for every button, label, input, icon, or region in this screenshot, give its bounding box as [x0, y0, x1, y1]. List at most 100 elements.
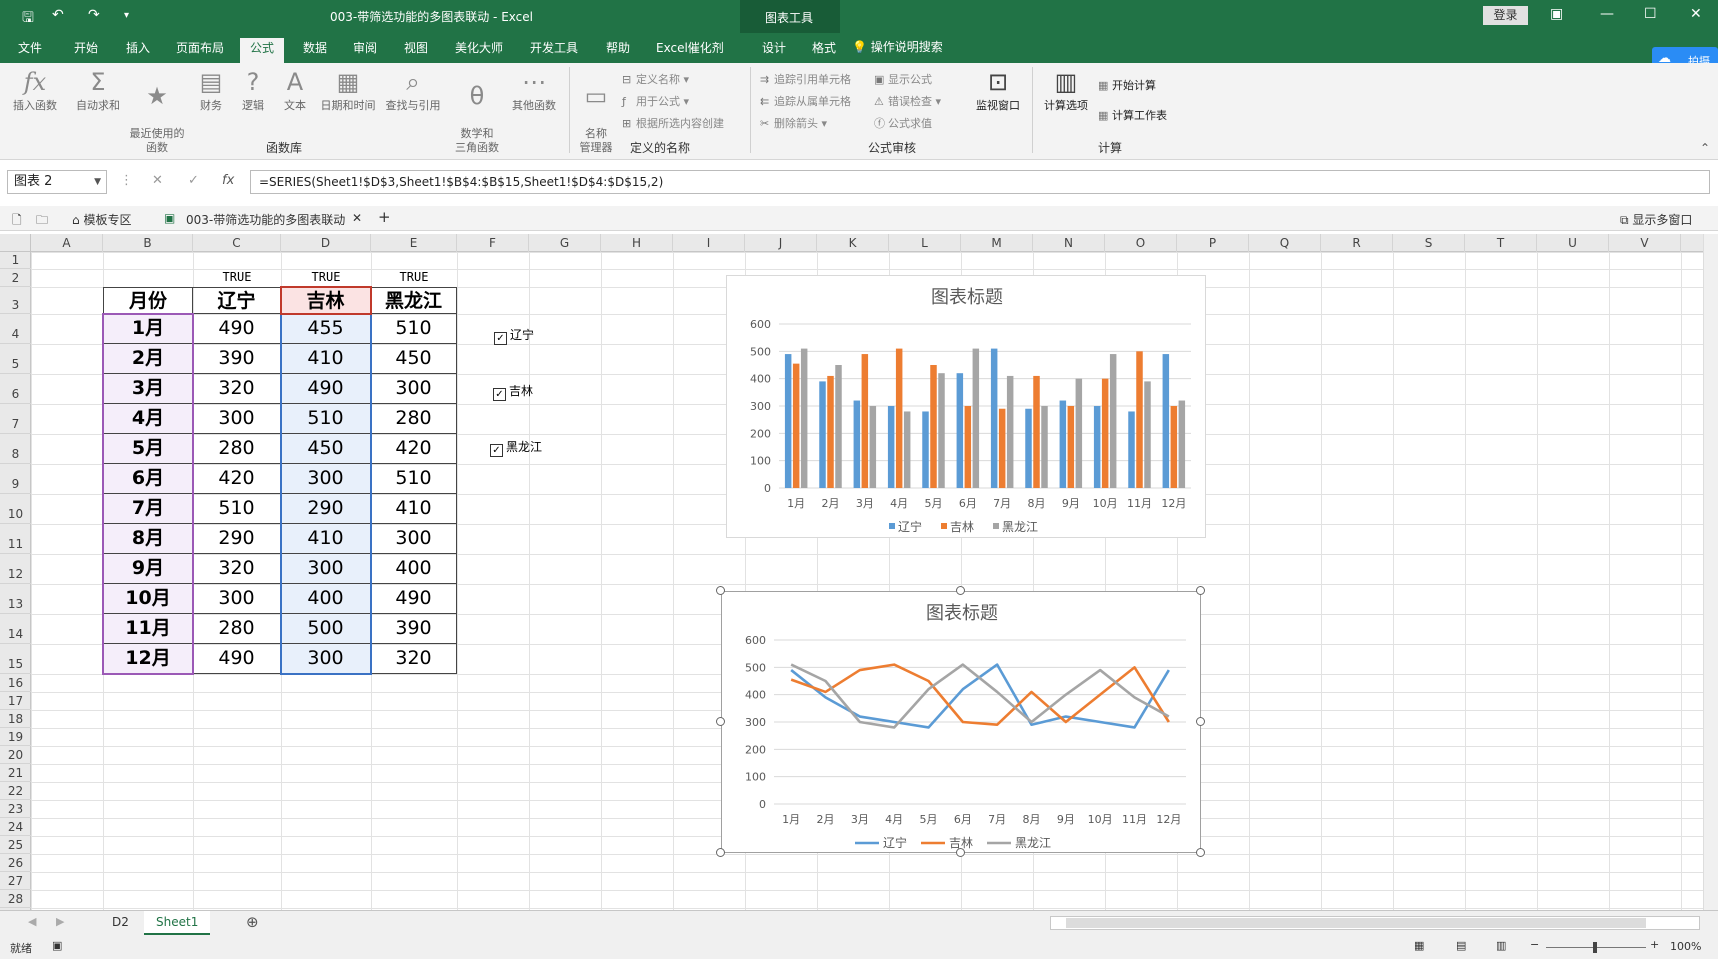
- month-cell[interactable]: 11月: [103, 614, 193, 644]
- column-header[interactable]: S: [1393, 234, 1465, 252]
- month-cell[interactable]: 1月: [103, 314, 193, 344]
- row-header[interactable]: 18: [0, 710, 31, 728]
- tell-me-search[interactable]: 💡 操作说明搜索: [852, 38, 943, 55]
- value-cell[interactable]: 320: [193, 374, 281, 404]
- tab-data[interactable]: 数据: [293, 38, 337, 63]
- value-cell[interactable]: 410: [371, 494, 457, 524]
- column-header[interactable]: D: [281, 234, 371, 252]
- column-header[interactable]: G: [529, 234, 601, 252]
- checkbox-box[interactable]: ✓: [493, 388, 506, 401]
- month-cell[interactable]: 8月: [103, 524, 193, 554]
- undo-icon[interactable]: ↶: [52, 7, 64, 23]
- value-cell[interactable]: 280: [371, 404, 457, 434]
- column-header[interactable]: M: [961, 234, 1033, 252]
- row-header[interactable]: 3: [0, 287, 31, 314]
- column-header[interactable]: N: [1033, 234, 1105, 252]
- normal-view-icon[interactable]: ▦: [1414, 939, 1424, 952]
- insert-function-button[interactable]: fx 插入函数: [8, 67, 62, 113]
- value-cell[interactable]: 450: [371, 344, 457, 374]
- horizontal-scrollbar[interactable]: [1050, 916, 1700, 930]
- row-header[interactable]: 27: [0, 872, 31, 890]
- row-header[interactable]: 17: [0, 692, 31, 710]
- row-header[interactable]: 10: [0, 494, 31, 524]
- tab-format[interactable]: 格式: [802, 38, 846, 63]
- enter-icon[interactable]: ✓: [188, 173, 199, 188]
- value-cell[interactable]: 510: [371, 314, 457, 344]
- row-header[interactable]: 1: [0, 252, 31, 269]
- more-functions-button[interactable]: ⋯ 其他函数: [508, 67, 560, 113]
- value-cell[interactable]: 400: [281, 584, 371, 614]
- chevron-down-icon[interactable]: ▼: [94, 171, 101, 193]
- scrollbar-thumb[interactable]: [1066, 918, 1646, 928]
- row-header[interactable]: 13: [0, 584, 31, 614]
- value-cell[interactable]: 450: [281, 434, 371, 464]
- autosum-button[interactable]: Σ 自动求和: [70, 67, 126, 113]
- lookup-button[interactable]: ⌕ 查找与引用: [380, 67, 446, 113]
- define-name-button[interactable]: ⊟ 定义名称 ▾: [622, 71, 689, 87]
- resize-handle[interactable]: [1196, 848, 1205, 857]
- table-header[interactable]: 辽宁: [193, 287, 281, 314]
- row-header[interactable]: 22: [0, 782, 31, 800]
- value-cell[interactable]: 490: [371, 584, 457, 614]
- scroll-left-icon[interactable]: ◀: [28, 915, 36, 928]
- row-header[interactable]: 4: [0, 314, 31, 344]
- column-header[interactable]: Q: [1249, 234, 1321, 252]
- resize-handle[interactable]: [716, 717, 725, 726]
- folder-icon[interactable]: 🗀: [36, 211, 48, 232]
- maximize-icon[interactable]: ☐: [1644, 6, 1657, 22]
- zoom-in-icon[interactable]: +: [1650, 938, 1659, 951]
- table-header[interactable]: 黑龙江: [371, 287, 457, 314]
- workbook-tab-file[interactable]: 003-带筛选功能的多图表联动: [186, 211, 345, 228]
- resize-handle[interactable]: [716, 848, 725, 857]
- show-formulas-button[interactable]: ▣ 显示公式: [874, 71, 932, 87]
- value-cell[interactable]: 320: [371, 644, 457, 674]
- value-cell[interactable]: 300: [193, 584, 281, 614]
- month-cell[interactable]: 10月: [103, 584, 193, 614]
- row-header[interactable]: 21: [0, 764, 31, 782]
- row-header[interactable]: 19: [0, 728, 31, 746]
- tab-home[interactable]: 开始: [64, 38, 108, 63]
- trace-precedents-button[interactable]: ⇉ 追踪引用单元格: [760, 71, 851, 87]
- row-header[interactable]: 25: [0, 836, 31, 854]
- watch-window-button[interactable]: ⊡ 监视窗口: [970, 67, 1026, 113]
- column-header[interactable]: T: [1465, 234, 1537, 252]
- value-cell[interactable]: 420: [371, 434, 457, 464]
- flag-cell[interactable]: TRUE: [193, 269, 281, 287]
- worksheet-grid[interactable]: ABCDEFGHIJKLMNOPQRSTUV 1 2 3 4 5 6 7 8 9 10 11 12 13…: [0, 234, 1703, 910]
- flag-cell[interactable]: TRUE: [371, 269, 457, 287]
- row-header[interactable]: 9: [0, 464, 31, 494]
- row-header[interactable]: 7: [0, 404, 31, 434]
- value-cell[interactable]: 290: [281, 494, 371, 524]
- value-cell[interactable]: 390: [193, 344, 281, 374]
- recently-used-button[interactable]: ★ 最近使用的 函数: [126, 67, 188, 155]
- new-document-icon[interactable]: 🗋: [12, 211, 22, 232]
- column-header[interactable]: K: [817, 234, 889, 252]
- customize-qat-icon[interactable]: ▾: [124, 10, 129, 21]
- row-header[interactable]: 5: [0, 344, 31, 374]
- page-layout-view-icon[interactable]: ▤: [1456, 939, 1466, 952]
- table-header[interactable]: 月份: [103, 287, 193, 314]
- value-cell[interactable]: 500: [281, 614, 371, 644]
- tab-file[interactable]: 文件: [8, 38, 52, 63]
- checkbox-2[interactable]: ✓ 吉林: [493, 382, 533, 401]
- column-header[interactable]: I: [673, 234, 745, 252]
- value-cell[interactable]: 420: [193, 464, 281, 494]
- value-cell[interactable]: 510: [371, 464, 457, 494]
- row-header[interactable]: 20: [0, 746, 31, 764]
- checkbox-box[interactable]: ✓: [494, 332, 507, 345]
- column-header[interactable]: A: [31, 234, 103, 252]
- cancel-icon[interactable]: ✕: [152, 173, 163, 188]
- column-header[interactable]: F: [457, 234, 529, 252]
- value-cell[interactable]: 300: [281, 554, 371, 584]
- column-header[interactable]: J: [745, 234, 817, 252]
- checkbox-3[interactable]: ✓ 黑龙江: [490, 438, 542, 457]
- macro-record-icon[interactable]: ▣: [52, 939, 62, 952]
- row-header[interactable]: 16: [0, 674, 31, 692]
- formula-input[interactable]: =SERIES(Sheet1!$D$3,Sheet1!$B$4:$B$15,Sh…: [250, 170, 1710, 194]
- month-cell[interactable]: 4月: [103, 404, 193, 434]
- remove-arrows-button[interactable]: ✂ 删除箭头 ▾: [760, 115, 827, 131]
- redo-icon[interactable]: ↷: [88, 7, 100, 23]
- add-sheet-icon[interactable]: ⊕: [246, 913, 259, 931]
- line-chart[interactable]: 图表标题 0 100 200 300 400 500 600 1月 2月 3月 4月 5月 6月 7月 8月 9…: [721, 591, 1201, 853]
- column-chart[interactable]: 图表标题 0 100 200 300 400 500 600 1月 2月 3月 4月 5月 6月 7月 8月 9…: [726, 275, 1206, 538]
